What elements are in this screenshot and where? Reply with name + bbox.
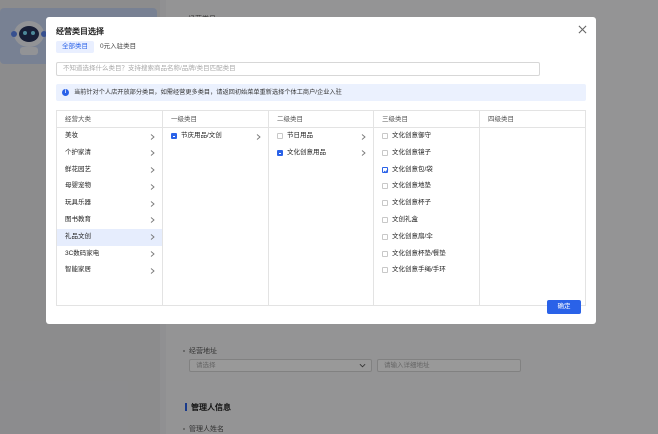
- chevron-right-icon: [256, 128, 262, 145]
- checkbox[interactable]: [382, 250, 388, 257]
- checkbox[interactable]: [382, 183, 388, 190]
- search-placeholder: 不知道选择什么类目？支持搜索商品名称/品牌/类目匹配类目: [63, 65, 236, 72]
- checkbox[interactable]: [382, 216, 388, 223]
- major-category-item[interactable]: 母婴宠物: [57, 178, 162, 195]
- checkbox[interactable]: [382, 200, 388, 207]
- major-category-label: 智能家居: [65, 266, 91, 274]
- checkbox[interactable]: [382, 133, 388, 139]
- major-category-label: 图书教育: [65, 215, 91, 223]
- level2-category-item[interactable]: 节日用品: [269, 128, 373, 145]
- major-category-item[interactable]: 鲜花园艺: [57, 162, 162, 179]
- level4-category-column: 四级类目: [480, 111, 585, 305]
- level2-category-column: 二级类目 节日用品文化创意用品: [269, 111, 374, 305]
- modal-title: 经营类目选择: [56, 27, 104, 36]
- checkbox[interactable]: [382, 233, 388, 240]
- level3-category-item[interactable]: 文化创意镜子: [374, 145, 479, 162]
- column-header: 经营大类: [57, 111, 162, 128]
- column-header: 四级类目: [480, 111, 585, 128]
- major-category-item[interactable]: 图书教育: [57, 212, 162, 229]
- category-search-input[interactable]: 不知道选择什么类目？支持搜索商品名称/品牌/类目匹配类目: [56, 62, 540, 76]
- level3-category-item[interactable]: 文化创意杯垫/餐垫: [374, 246, 479, 263]
- major-category-column: 经营大类 美妆个护家清鲜花园艺母婴宠物玩具乐器图书教育礼品文创 3C数码家电 智能家…: [57, 111, 163, 305]
- info-icon: i: [62, 89, 69, 96]
- level1-category-item[interactable]: 节庆用品/文创: [163, 128, 268, 145]
- level3-category-label: 文化创意镜子: [392, 148, 431, 156]
- major-category-item[interactable]: 3C数码家电: [57, 246, 162, 263]
- major-category-item[interactable]: 美妆: [57, 128, 162, 145]
- major-category-label: 个护家清: [65, 148, 91, 156]
- major-category-item[interactable]: 智能家居: [57, 262, 162, 279]
- level3-category-label: 文化创意手绳/手环: [392, 266, 446, 274]
- level2-category-label: 文化创意用品: [287, 148, 326, 156]
- column-header: 二级类目: [269, 111, 373, 128]
- level2-category-label: 节日用品: [287, 132, 313, 139]
- chevron-right-icon: [150, 178, 156, 195]
- chevron-right-icon: [361, 128, 367, 145]
- checkbox[interactable]: [382, 166, 389, 173]
- level3-category-item[interactable]: 文化创意杯子: [374, 195, 479, 212]
- category-tabs: 全部类目 0元入驻类目: [56, 41, 142, 53]
- chevron-right-icon: [150, 246, 156, 263]
- chevron-right-icon: [150, 162, 156, 179]
- level3-category-label: 文化创意杯子: [392, 199, 431, 207]
- level3-category-item[interactable]: 文创礼盒: [374, 212, 479, 229]
- major-category-item[interactable]: 个护家清: [57, 145, 162, 162]
- chevron-right-icon: [150, 262, 156, 279]
- chevron-right-icon: [150, 212, 156, 229]
- checkbox[interactable]: [382, 149, 388, 156]
- checkbox[interactable]: [171, 133, 177, 139]
- major-category-label: 母婴宠物: [65, 182, 91, 190]
- category-select-modal: 经营类目选择 全部类目 0元入驻类目 不知道选择什么类目？支持搜索商品名称/品牌…: [46, 17, 596, 324]
- level3-category-item[interactable]: 文化创意御守: [374, 128, 479, 145]
- tab-all-categories[interactable]: 全部类目: [56, 41, 94, 53]
- checkbox[interactable]: [382, 267, 388, 274]
- confirm-button[interactable]: 确定: [547, 300, 581, 314]
- notice-text: 当前针对个人店开放部分类目，如需经营更多类目，请返回初始菜单重新选择个体工商户/…: [74, 89, 342, 96]
- column-header: 三级类目: [374, 111, 479, 128]
- level1-category-column: 一级类目 节庆用品/文创: [163, 111, 269, 305]
- level2-category-item[interactable]: 文化创意用品: [269, 145, 373, 162]
- checkbox[interactable]: [277, 133, 283, 139]
- level1-category-label: 节庆用品/文创: [181, 132, 222, 139]
- tab-zero-fee-categories[interactable]: 0元入驻类目: [94, 41, 142, 53]
- level3-category-label: 文化创意包/袋: [392, 165, 433, 173]
- level3-category-item[interactable]: 文化创意包/袋: [374, 162, 479, 179]
- major-category-label: 玩具乐器: [65, 199, 91, 207]
- checkbox[interactable]: [277, 149, 283, 156]
- level3-category-column: 三级类目 文化创意御守 文化创意镜子 文化创意包/袋 文化创意地垫 文化创意杯子 文创礼盒…: [374, 111, 480, 305]
- info-notice: i 当前针对个人店开放部分类目，如需经营更多类目，请返回初始菜单重新选择个体工商…: [56, 84, 586, 101]
- close-icon[interactable]: [578, 25, 587, 34]
- category-columns: 经营大类 美妆个护家清鲜花园艺母婴宠物玩具乐器图书教育礼品文创 3C数码家电 智能家…: [56, 110, 586, 306]
- major-category-label: 礼品文创: [65, 232, 91, 240]
- chevron-right-icon: [150, 195, 156, 212]
- chevron-right-icon: [150, 145, 156, 162]
- major-category-item[interactable]: 礼品文创: [57, 228, 162, 246]
- level3-category-label: 文化创意扇/伞: [392, 232, 433, 240]
- major-category-label: 鲜花园艺: [65, 165, 91, 173]
- level3-category-item[interactable]: 文化创意手绳/手环: [374, 262, 479, 279]
- chevron-right-icon: [150, 229, 156, 246]
- chevron-right-icon: [150, 128, 156, 145]
- column-header: 一级类目: [163, 111, 268, 128]
- level3-category-label: 文化创意地垫: [392, 182, 431, 190]
- major-category-label: 美妆: [65, 132, 78, 139]
- level3-category-label: 文创礼盒: [392, 215, 418, 223]
- major-category-label: 3C数码家电: [65, 249, 100, 257]
- chevron-right-icon: [361, 145, 367, 162]
- major-category-item[interactable]: 玩具乐器: [57, 195, 162, 212]
- level3-category-label: 文化创意御守: [392, 132, 431, 139]
- level3-category-item[interactable]: 文化创意扇/伞: [374, 229, 479, 246]
- level3-category-label: 文化创意杯垫/餐垫: [392, 249, 446, 257]
- level3-category-item[interactable]: 文化创意地垫: [374, 178, 479, 195]
